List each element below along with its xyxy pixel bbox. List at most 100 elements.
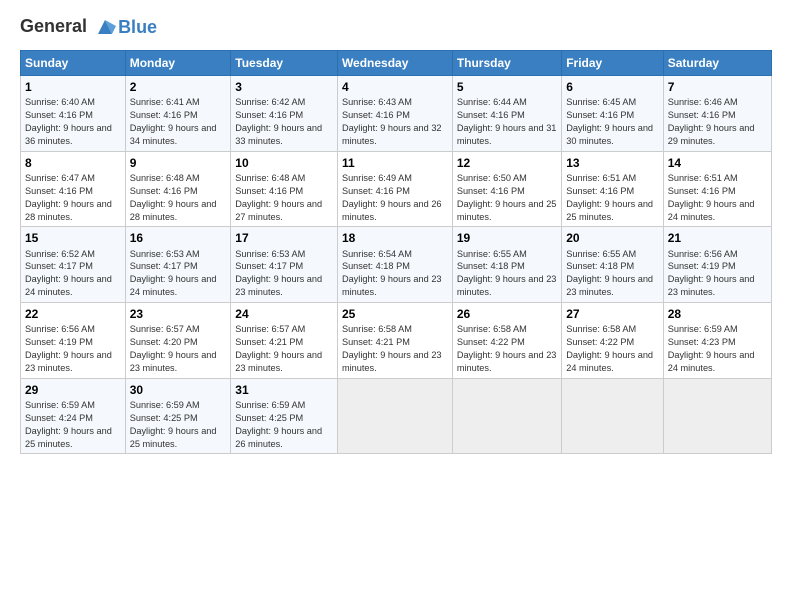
- day-info: Sunrise: 6:54 AM Sunset: 4:18 PM Dayligh…: [342, 248, 448, 300]
- calendar-cell: 1 Sunrise: 6:40 AM Sunset: 4:16 PM Dayli…: [21, 76, 126, 152]
- day-number: 27: [566, 306, 658, 322]
- calendar-cell: 19 Sunrise: 6:55 AM Sunset: 4:18 PM Dayl…: [452, 227, 561, 303]
- day-info: Sunrise: 6:41 AM Sunset: 4:16 PM Dayligh…: [130, 96, 227, 148]
- weekday-header-friday: Friday: [562, 51, 663, 76]
- day-info: Sunrise: 6:40 AM Sunset: 4:16 PM Dayligh…: [25, 96, 121, 148]
- day-info: Sunrise: 6:42 AM Sunset: 4:16 PM Dayligh…: [235, 96, 333, 148]
- weekday-header-wednesday: Wednesday: [337, 51, 452, 76]
- calendar-cell: 10 Sunrise: 6:48 AM Sunset: 4:16 PM Dayl…: [231, 151, 338, 227]
- calendar-cell: 5 Sunrise: 6:44 AM Sunset: 4:16 PM Dayli…: [452, 76, 561, 152]
- calendar-cell: 29 Sunrise: 6:59 AM Sunset: 4:24 PM Dayl…: [21, 378, 126, 454]
- day-info: Sunrise: 6:57 AM Sunset: 4:20 PM Dayligh…: [130, 323, 227, 375]
- calendar-cell: 8 Sunrise: 6:47 AM Sunset: 4:16 PM Dayli…: [21, 151, 126, 227]
- calendar-cell: [337, 378, 452, 454]
- calendar-cell: 27 Sunrise: 6:58 AM Sunset: 4:22 PM Dayl…: [562, 303, 663, 379]
- calendar-cell: 25 Sunrise: 6:58 AM Sunset: 4:21 PM Dayl…: [337, 303, 452, 379]
- day-info: Sunrise: 6:46 AM Sunset: 4:16 PM Dayligh…: [668, 96, 767, 148]
- day-number: 13: [566, 155, 658, 171]
- calendar-cell: 21 Sunrise: 6:56 AM Sunset: 4:19 PM Dayl…: [663, 227, 771, 303]
- day-number: 10: [235, 155, 333, 171]
- day-info: Sunrise: 6:57 AM Sunset: 4:21 PM Dayligh…: [235, 323, 333, 375]
- day-number: 28: [668, 306, 767, 322]
- day-number: 17: [235, 230, 333, 246]
- calendar-table: SundayMondayTuesdayWednesdayThursdayFrid…: [20, 50, 772, 454]
- day-number: 9: [130, 155, 227, 171]
- calendar-cell: [663, 378, 771, 454]
- calendar-cell: 22 Sunrise: 6:56 AM Sunset: 4:19 PM Dayl…: [21, 303, 126, 379]
- calendar-cell: 12 Sunrise: 6:50 AM Sunset: 4:16 PM Dayl…: [452, 151, 561, 227]
- day-info: Sunrise: 6:44 AM Sunset: 4:16 PM Dayligh…: [457, 96, 557, 148]
- day-number: 19: [457, 230, 557, 246]
- logo-icon: [94, 16, 116, 38]
- day-number: 22: [25, 306, 121, 322]
- day-info: Sunrise: 6:47 AM Sunset: 4:16 PM Dayligh…: [25, 172, 121, 224]
- calendar-cell: 2 Sunrise: 6:41 AM Sunset: 4:16 PM Dayli…: [125, 76, 231, 152]
- weekday-header-sunday: Sunday: [21, 51, 126, 76]
- calendar-cell: 31 Sunrise: 6:59 AM Sunset: 4:25 PM Dayl…: [231, 378, 338, 454]
- day-info: Sunrise: 6:52 AM Sunset: 4:17 PM Dayligh…: [25, 248, 121, 300]
- day-number: 4: [342, 79, 448, 95]
- day-number: 8: [25, 155, 121, 171]
- day-number: 21: [668, 230, 767, 246]
- day-number: 11: [342, 155, 448, 171]
- calendar-cell: 4 Sunrise: 6:43 AM Sunset: 4:16 PM Dayli…: [337, 76, 452, 152]
- logo: General Blue: [20, 16, 157, 38]
- weekday-header-saturday: Saturday: [663, 51, 771, 76]
- day-number: 16: [130, 230, 227, 246]
- day-number: 6: [566, 79, 658, 95]
- day-info: Sunrise: 6:48 AM Sunset: 4:16 PM Dayligh…: [130, 172, 227, 224]
- day-number: 31: [235, 382, 333, 398]
- day-number: 3: [235, 79, 333, 95]
- weekday-header-tuesday: Tuesday: [231, 51, 338, 76]
- day-info: Sunrise: 6:58 AM Sunset: 4:22 PM Dayligh…: [566, 323, 658, 375]
- day-number: 30: [130, 382, 227, 398]
- day-number: 29: [25, 382, 121, 398]
- day-number: 26: [457, 306, 557, 322]
- day-info: Sunrise: 6:43 AM Sunset: 4:16 PM Dayligh…: [342, 96, 448, 148]
- calendar-cell: 3 Sunrise: 6:42 AM Sunset: 4:16 PM Dayli…: [231, 76, 338, 152]
- calendar-cell: 24 Sunrise: 6:57 AM Sunset: 4:21 PM Dayl…: [231, 303, 338, 379]
- day-number: 2: [130, 79, 227, 95]
- day-number: 18: [342, 230, 448, 246]
- logo-general: General: [20, 16, 87, 36]
- day-number: 14: [668, 155, 767, 171]
- calendar-cell: 23 Sunrise: 6:57 AM Sunset: 4:20 PM Dayl…: [125, 303, 231, 379]
- weekday-header-thursday: Thursday: [452, 51, 561, 76]
- calendar-cell: 18 Sunrise: 6:54 AM Sunset: 4:18 PM Dayl…: [337, 227, 452, 303]
- day-info: Sunrise: 6:58 AM Sunset: 4:22 PM Dayligh…: [457, 323, 557, 375]
- day-info: Sunrise: 6:55 AM Sunset: 4:18 PM Dayligh…: [457, 248, 557, 300]
- day-info: Sunrise: 6:51 AM Sunset: 4:16 PM Dayligh…: [566, 172, 658, 224]
- day-info: Sunrise: 6:59 AM Sunset: 4:25 PM Dayligh…: [130, 399, 227, 451]
- day-info: Sunrise: 6:45 AM Sunset: 4:16 PM Dayligh…: [566, 96, 658, 148]
- calendar-cell: 28 Sunrise: 6:59 AM Sunset: 4:23 PM Dayl…: [663, 303, 771, 379]
- calendar-cell: 15 Sunrise: 6:52 AM Sunset: 4:17 PM Dayl…: [21, 227, 126, 303]
- page-header: General Blue: [20, 16, 772, 38]
- day-number: 24: [235, 306, 333, 322]
- day-info: Sunrise: 6:59 AM Sunset: 4:24 PM Dayligh…: [25, 399, 121, 451]
- day-number: 1: [25, 79, 121, 95]
- day-info: Sunrise: 6:53 AM Sunset: 4:17 PM Dayligh…: [235, 248, 333, 300]
- day-number: 25: [342, 306, 448, 322]
- calendar-cell: 30 Sunrise: 6:59 AM Sunset: 4:25 PM Dayl…: [125, 378, 231, 454]
- calendar-cell: 11 Sunrise: 6:49 AM Sunset: 4:16 PM Dayl…: [337, 151, 452, 227]
- day-info: Sunrise: 6:55 AM Sunset: 4:18 PM Dayligh…: [566, 248, 658, 300]
- calendar-cell: 9 Sunrise: 6:48 AM Sunset: 4:16 PM Dayli…: [125, 151, 231, 227]
- day-info: Sunrise: 6:56 AM Sunset: 4:19 PM Dayligh…: [25, 323, 121, 375]
- day-info: Sunrise: 6:48 AM Sunset: 4:16 PM Dayligh…: [235, 172, 333, 224]
- day-info: Sunrise: 6:53 AM Sunset: 4:17 PM Dayligh…: [130, 248, 227, 300]
- day-info: Sunrise: 6:51 AM Sunset: 4:16 PM Dayligh…: [668, 172, 767, 224]
- day-number: 7: [668, 79, 767, 95]
- calendar-cell: 20 Sunrise: 6:55 AM Sunset: 4:18 PM Dayl…: [562, 227, 663, 303]
- day-number: 12: [457, 155, 557, 171]
- calendar-cell: [562, 378, 663, 454]
- day-number: 5: [457, 79, 557, 95]
- day-info: Sunrise: 6:49 AM Sunset: 4:16 PM Dayligh…: [342, 172, 448, 224]
- day-info: Sunrise: 6:56 AM Sunset: 4:19 PM Dayligh…: [668, 248, 767, 300]
- calendar-cell: 14 Sunrise: 6:51 AM Sunset: 4:16 PM Dayl…: [663, 151, 771, 227]
- calendar-cell: 6 Sunrise: 6:45 AM Sunset: 4:16 PM Dayli…: [562, 76, 663, 152]
- day-info: Sunrise: 6:59 AM Sunset: 4:23 PM Dayligh…: [668, 323, 767, 375]
- calendar-cell: 17 Sunrise: 6:53 AM Sunset: 4:17 PM Dayl…: [231, 227, 338, 303]
- day-info: Sunrise: 6:50 AM Sunset: 4:16 PM Dayligh…: [457, 172, 557, 224]
- day-number: 20: [566, 230, 658, 246]
- day-number: 15: [25, 230, 121, 246]
